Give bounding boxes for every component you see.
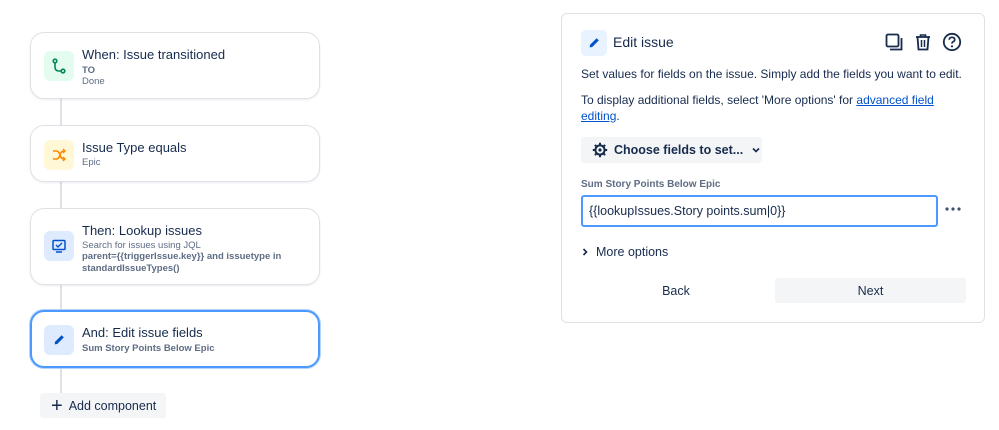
next-button[interactable]: Next (775, 278, 966, 303)
card-subtitle: Epic (82, 157, 101, 168)
card-subtitle: Done (82, 76, 105, 87)
duplicate-icon[interactable] (882, 30, 906, 54)
add-component-button[interactable]: + Add component (40, 393, 166, 418)
lookup-card[interactable]: Then: Lookup issues Search for issues us… (30, 208, 320, 285)
flow-connector (60, 284, 62, 311)
chevron-down-icon (751, 145, 761, 155)
plus-icon: + (51, 394, 63, 417)
pencil-icon (44, 325, 74, 355)
gear-icon (592, 142, 608, 158)
field-label: Sum Story Points Below Epic (581, 179, 721, 190)
more-options-label: More options (596, 245, 669, 259)
choose-fields-label: Choose fields to set... (614, 143, 744, 157)
help-icon[interactable] (940, 30, 964, 54)
sum-story-points-input[interactable] (581, 195, 938, 227)
trash-icon[interactable] (911, 30, 935, 54)
additional-fields-text: To display additional fields, select 'Mo… (581, 93, 857, 107)
chevron-right-icon (581, 247, 589, 257)
panel-title: Edit issue (613, 34, 674, 50)
choose-fields-button[interactable]: Choose fields to set... (581, 137, 762, 163)
flow-connector (60, 181, 62, 209)
flow-connector (60, 367, 62, 394)
monitor-icon (44, 231, 74, 261)
card-subtitle: Search for issues using JQL (82, 240, 201, 251)
flow-connector (60, 98, 62, 126)
card-title: Issue Type equals (82, 140, 187, 155)
card-subtitle: Sum Story Points Below Epic (82, 343, 215, 354)
card-title: When: Issue transitioned (82, 47, 226, 62)
more-options-toggle[interactable]: More options (581, 245, 668, 259)
card-subtitle-label: TO (82, 65, 96, 76)
panel-description: Set values for fields on the issue. Simp… (581, 67, 962, 81)
condition-card[interactable]: Issue Type equals Epic (30, 125, 320, 182)
card-title: And: Edit issue fields (82, 325, 203, 340)
branch-icon (44, 51, 74, 81)
additional-fields-note: To display additional fields, select 'Mo… (581, 92, 971, 124)
edit-issue-panel: Edit issue Set values for fields on the … (561, 13, 985, 323)
card-title: Then: Lookup issues (82, 223, 202, 238)
panel-actions (882, 30, 964, 54)
pencil-icon (581, 30, 607, 56)
add-component-label: Add component (68, 398, 157, 413)
edit-issue-card[interactable]: And: Edit issue fields Sum Story Points … (30, 310, 320, 368)
additional-fields-suffix: . (616, 109, 620, 123)
trigger-card[interactable]: When: Issue transitioned TO Done (30, 32, 320, 99)
shuffle-icon (44, 140, 74, 170)
more-actions-icon[interactable] (944, 200, 962, 218)
jql-query: parent={{triggerIssue.key}} and issuetyp… (82, 251, 282, 274)
back-button[interactable]: Back (581, 278, 771, 303)
